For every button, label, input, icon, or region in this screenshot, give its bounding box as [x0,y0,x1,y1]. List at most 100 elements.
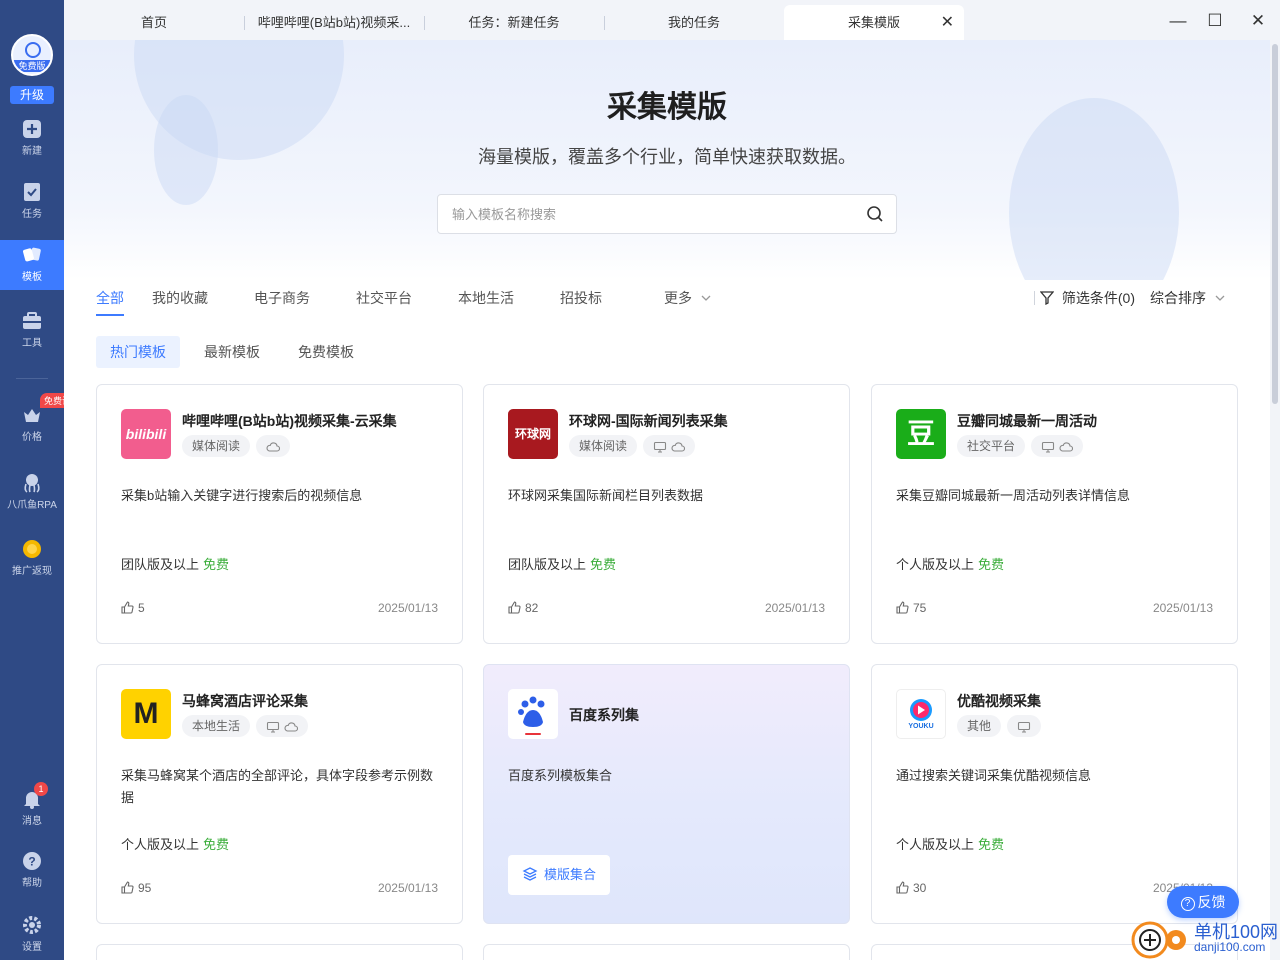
platform-tag [256,435,291,457]
category-local-life[interactable]: 本地生活 [458,288,514,308]
template-card-douban[interactable]: 豆 豆瓣同城最新一周活动 社交平台 采集豆瓣同城最新一周活动列表详情信息 个人版… [871,384,1238,644]
sidebar-item-label: 帮助 [22,878,42,889]
scrollbar-thumb[interactable] [1272,44,1278,404]
sidebar: 免费版 升级 新建 任务 模板 工具 免费试用 价格 八爪鱼RPA 推广返现 消… [0,0,85,960]
sidebar-item-new[interactable]: 新建 [0,114,64,164]
subtab-free[interactable]: 免费模板 [284,336,368,368]
tab-my-tasks[interactable]: 我的任务 [604,5,784,40]
plan-info: 个人版及以上 免费 [896,834,1004,853]
huanqiu-logo-text: 环球网 [514,427,551,441]
category-more-label: 更多 [664,290,692,306]
category-tag: 本地生活 [182,715,251,737]
like-count-value: 30 [913,881,927,895]
plus-square-icon [23,120,41,138]
sidebar-item-help[interactable]: ? 帮助 [0,846,64,896]
feedback-button[interactable]: ? 反馈 [1167,886,1239,918]
thumbs-up-icon [121,881,134,894]
like-count[interactable]: 82 [508,601,538,615]
sort-dropdown[interactable]: 综合排序 [1150,288,1226,308]
plan-info: 团队版及以上 免费 [121,554,229,573]
template-card-baidu-collection[interactable]: 百度系列集 百度系列模板集合 模版集合 [483,664,850,924]
sidebar-item-label: 八爪鱼RPA [7,500,57,511]
sidebar-item-tasks[interactable]: 任务 [0,177,64,227]
like-count[interactable]: 5 [121,601,145,615]
coin-icon [23,540,41,558]
maximize-button[interactable]: ☐ [1202,8,1228,34]
template-card-youku[interactable]: YOUKU 优酷视频采集 其他 通过搜索关键词采集优酷视频信息 个人版及以上 免费… [871,664,1238,924]
upgrade-button[interactable]: 升级 [10,86,54,104]
svg-text:?: ? [28,855,35,869]
avatar[interactable]: 免费版 [11,34,53,76]
free-label: 免费 [203,837,230,852]
card-description: 采集马蜂窝某个酒店的全部评论，具体字段参考示例数据 [121,768,434,805]
search-box [437,194,897,234]
page-subtitle: 海量模版，覆盖多个行业，简单快速获取数据。 [478,147,856,167]
youku-play-icon [910,699,932,721]
sidebar-item-pricing[interactable]: 价格 [0,400,64,450]
minimize-button[interactable]: — [1165,8,1191,34]
category-ecommerce[interactable]: 电子商务 [254,288,310,308]
card-tags: 其他 [957,715,1047,737]
crown-icon [24,409,40,422]
template-collection-button[interactable]: 模版集合 [508,855,611,895]
category-more[interactable]: 更多 [664,288,712,308]
huanqiu-logo: 环球网 [508,409,558,459]
category-all[interactable]: 全部 [96,288,124,308]
tab-home[interactable]: 首页 [64,5,244,40]
plan-label: 团队版及以上 [121,557,200,572]
sidebar-item-label: 推广返现 [12,566,52,577]
feedback-label: 反馈 [1197,894,1226,910]
template-card-mafengwo[interactable]: M 马蜂窝酒店评论采集 本地生活 采集马蜂窝某个酒店的全部评论，具体字段参考示例… [96,664,463,924]
subtab-latest[interactable]: 最新模板 [190,336,274,368]
tab-bar: 首页 哔哩哔哩(B站b站)视频采... 任务：新建任务 我的任务 采集模版 ✕ … [64,0,1280,40]
close-tab-icon[interactable]: ✕ [941,5,954,40]
thumbs-up-icon [896,881,909,894]
mafengwo-logo: M [121,689,171,739]
like-count[interactable]: 75 [896,601,926,615]
free-label: 免费 [203,557,230,572]
category-favorites[interactable]: 我的收藏 [152,288,208,308]
plan-badge: 免费版 [13,60,51,72]
card-date: 2025/01/13 [1152,601,1213,615]
plan-info: 个人版及以上 免费 [121,834,229,853]
template-card-bilibili[interactable]: bilibili 哔哩哔哩(B站b站)视频采集-云采集 媒体阅读 采集b站输入关… [96,384,463,644]
tab-new-task[interactable]: 任务：新建任务 [424,5,604,40]
sidebar-item-referral[interactable]: 推广返现 [0,534,64,584]
hero-banner: 采集模版 海量模版，覆盖多个行业，简单快速获取数据。 [64,40,1270,280]
sidebar-item-messages[interactable]: 消息 [0,784,64,834]
like-count-value: 82 [525,601,539,615]
gear-icon [23,916,41,934]
tab-templates[interactable]: 采集模版 ✕ [784,5,964,40]
close-window-button[interactable]: ✕ [1245,8,1271,34]
search-input[interactable] [452,195,852,233]
platform-tag [1031,435,1084,457]
scrollbar[interactable] [1270,40,1280,960]
filter-label: 筛选条件(0) [1061,290,1136,306]
subtab-hot[interactable]: 热门模板 [96,336,180,368]
site-watermark: 单机100网 danji100.com [1130,916,1280,960]
toolbox-icon [23,312,41,329]
category-social[interactable]: 社交平台 [356,288,412,308]
platform-tag [643,435,696,457]
layers-icon [522,867,538,881]
sidebar-item-templates[interactable]: 模板 [0,240,64,290]
filter-button[interactable]: 筛选条件(0) [1034,288,1135,308]
sidebar-item-tools[interactable]: 工具 [0,306,64,356]
sidebar-item-settings[interactable]: 设置 [0,910,64,960]
card-title: 豆瓣同城最新一周活动 [957,413,1097,429]
desktop-icon [1041,441,1055,453]
tab-bilibili-task[interactable]: 哔哩哔哩(B站b站)视频采... [244,5,424,40]
search-icon[interactable] [866,205,884,223]
category-tag: 媒体阅读 [569,435,638,457]
card-title: 优酷视频采集 [957,693,1041,709]
template-card-partial[interactable] [483,944,850,960]
sidebar-item-rpa[interactable]: 八爪鱼RPA [0,468,64,518]
template-card-huanqiu[interactable]: 环球网 环球网-国际新闻列表采集 媒体阅读 环球网采集国际新闻栏目列表数据 团队… [483,384,850,644]
like-count[interactable]: 30 [896,881,926,895]
message-count-badge: 1 [34,782,48,796]
like-count[interactable]: 95 [121,881,151,895]
help-icon: ? [23,852,41,870]
category-bidding[interactable]: 招投标 [560,288,602,308]
template-card-partial[interactable] [96,944,463,960]
card-date: 2025/01/13 [377,601,438,615]
